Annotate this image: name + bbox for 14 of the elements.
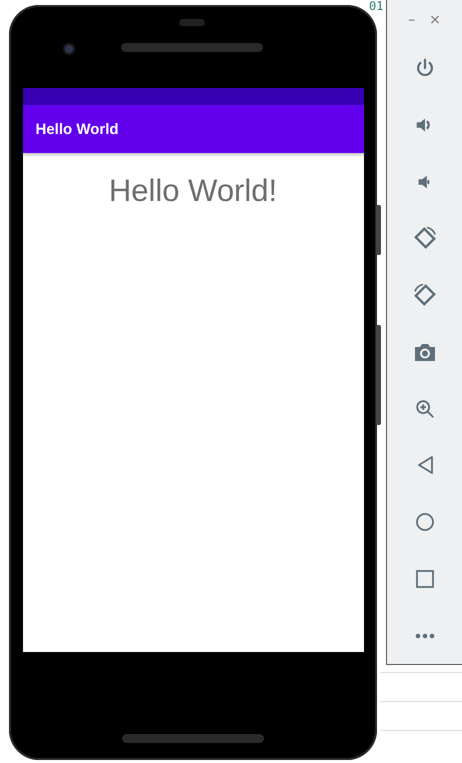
back-triangle-icon bbox=[416, 455, 434, 476]
camera-lens bbox=[65, 45, 73, 53]
overview-square-icon bbox=[416, 570, 434, 588]
hello-text: Hello World! bbox=[108, 173, 278, 209]
zoom-in-icon bbox=[414, 398, 436, 420]
code-text: 01 bbox=[369, 0, 384, 13]
earpiece bbox=[179, 19, 205, 26]
rotate-right-icon bbox=[412, 282, 438, 308]
app-title: Hello World bbox=[36, 120, 119, 138]
window-control-button[interactable]: × bbox=[429, 12, 441, 28]
home-circle-icon bbox=[414, 512, 434, 532]
more-icon bbox=[414, 632, 434, 639]
rotate-left-icon bbox=[412, 225, 438, 252]
window-control-button[interactable]: – bbox=[408, 12, 416, 28]
